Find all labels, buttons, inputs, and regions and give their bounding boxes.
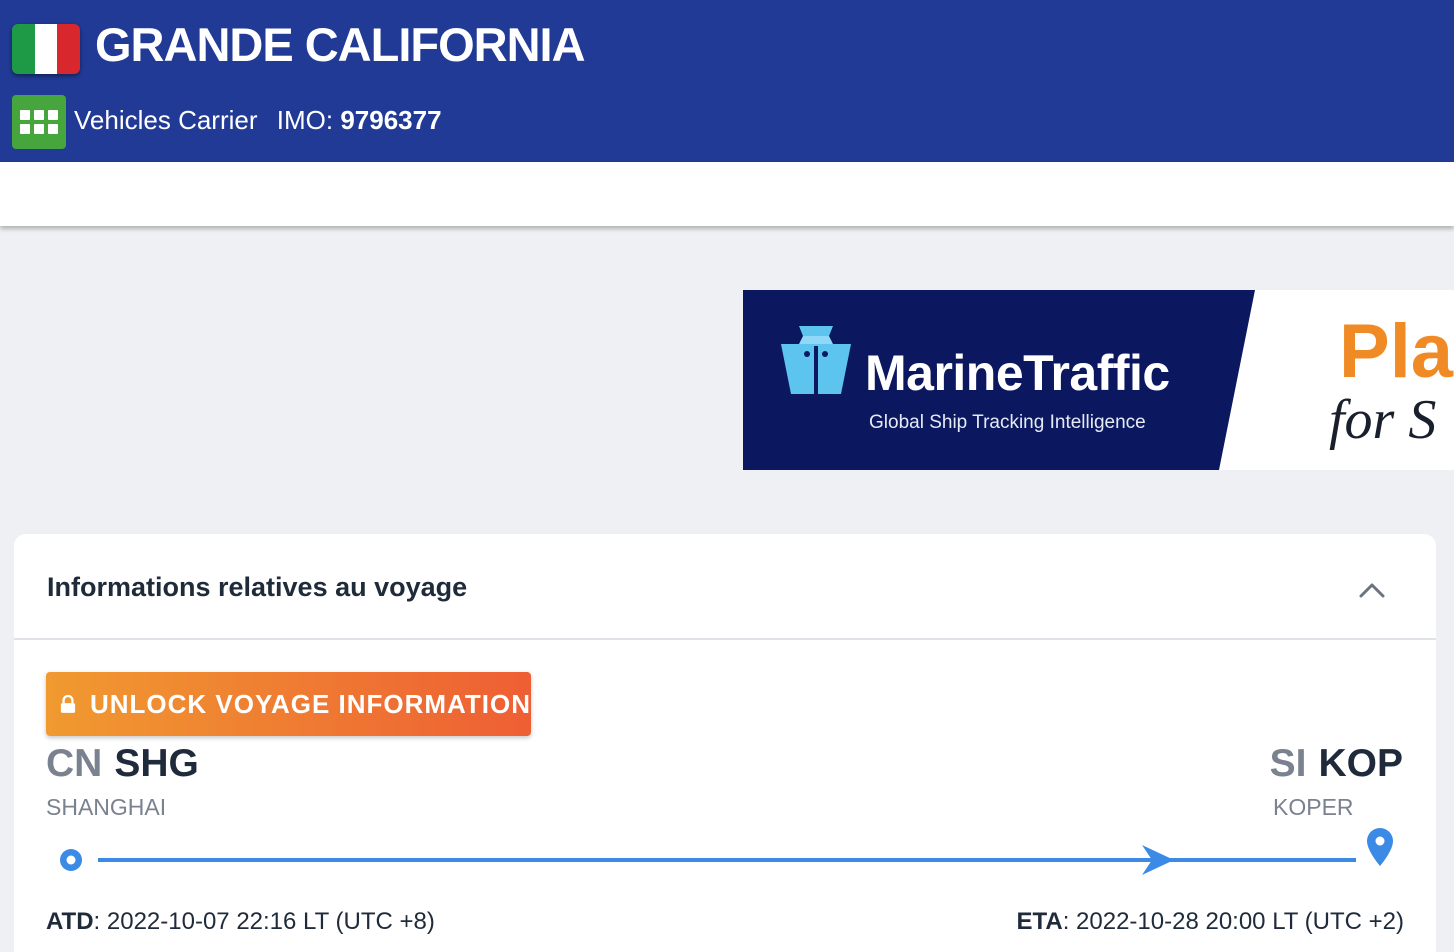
banner-promo-line1: Pla — [1339, 309, 1454, 394]
vessel-type: Vehicles Carrier — [74, 105, 258, 135]
imo-label: IMO: — [276, 105, 334, 135]
vessel-subinfo: Vehicles Carrier IMO: 9796377 — [74, 103, 442, 137]
chevron-up-icon — [1359, 583, 1385, 598]
destination-country-code: SI — [1269, 742, 1307, 785]
tab-bar — [0, 162, 1454, 226]
route-progress — [60, 828, 1393, 875]
origin-country-code: CN — [46, 742, 103, 785]
divider — [14, 638, 1436, 640]
banner-tagline: Global Ship Tracking Intelligence — [869, 412, 1146, 433]
voyage-info-card: Informations relatives au voyage UNLOCK … — [14, 534, 1436, 952]
destination-pin-icon — [1367, 828, 1393, 866]
vessel-name: GRANDE CALIFORNIA — [95, 18, 586, 71]
atd-label: ATD — [46, 908, 94, 935]
eta-value: : 2022-10-28 20:00 LT (UTC +2) — [1062, 908, 1404, 935]
eta-label: ETA — [1016, 908, 1063, 935]
section-title: Informations relatives au voyage — [47, 572, 468, 602]
imo-value: 9796377 — [340, 105, 442, 135]
origin-port: CN SHG — [46, 739, 199, 789]
origin-port-code: SHG — [114, 742, 199, 785]
marinetraffic-banner-ad[interactable]: MarineTraffic Global Ship Tracking Intel… — [743, 290, 1454, 470]
collapse-button[interactable] — [1350, 572, 1394, 608]
atd-line: ATD: 2022-10-07 22:16 LT (UTC +8) — [46, 907, 435, 937]
atd-value: : 2022-10-07 22:16 LT (UTC +8) — [93, 908, 435, 935]
unlock-voyage-button[interactable]: UNLOCK VOYAGE INFORMATION — [46, 672, 531, 736]
ship-logo-icon — [781, 326, 851, 394]
unlock-voyage-label: UNLOCK VOYAGE INFORMATION — [89, 688, 531, 719]
destination-port: SI KOP — [1270, 739, 1403, 789]
banner-promo-line2: for S — [1329, 389, 1437, 451]
destination-port-name: KOPER — [1273, 794, 1354, 820]
origin-port-name: SHANGHAI — [46, 794, 167, 820]
vessel-header: GRANDE CALIFORNIA Vehicles Carrier IMO: … — [0, 0, 1454, 162]
italy-flag-icon — [12, 24, 80, 74]
banner-brand-name: MarineTraffic — [865, 345, 1170, 401]
eta-line: ETA: 2022-10-28 20:00 LT (UTC +2) — [1016, 907, 1404, 937]
destination-port-code: KOP — [1318, 742, 1403, 785]
lock-icon — [60, 694, 76, 713]
grid-icon — [12, 95, 66, 149]
